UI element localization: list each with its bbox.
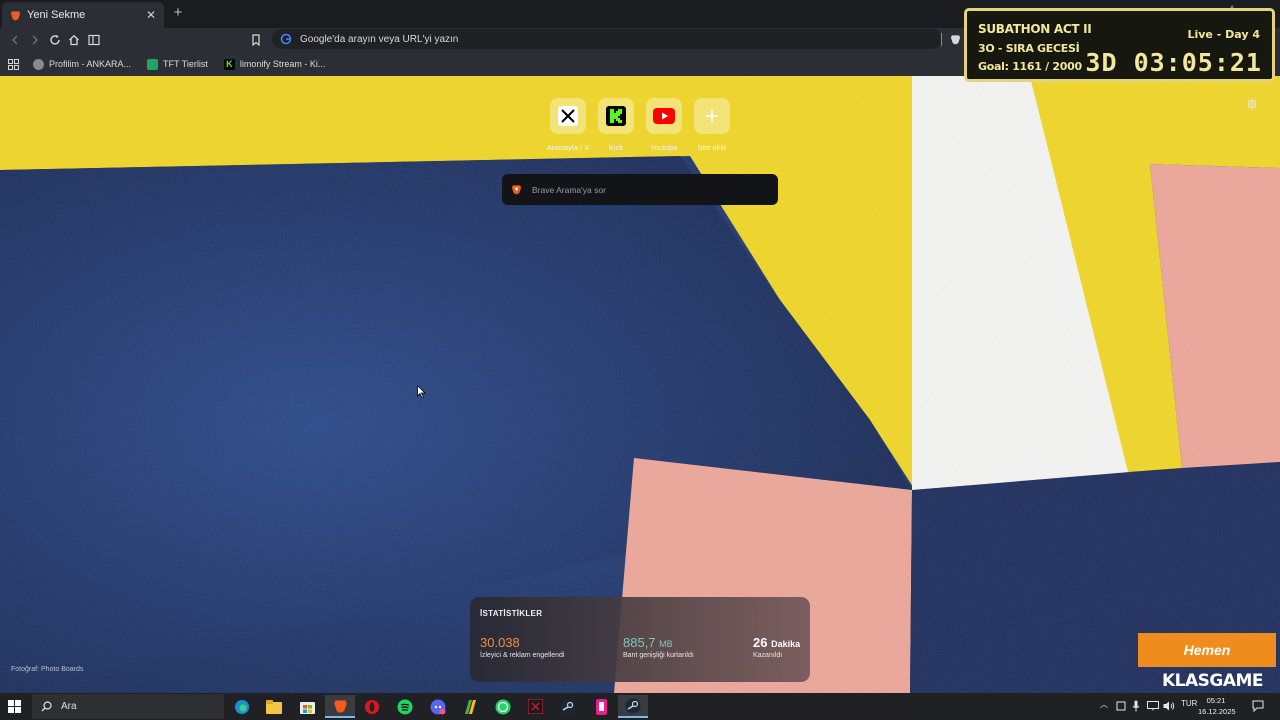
address-bar[interactable]: Google'da arayın veya URL'yi yazın	[272, 29, 942, 49]
photo-credit[interactable]: Fotoğraf: Photo Boards	[11, 666, 83, 673]
taskbar-opera-icon[interactable]	[357, 695, 387, 718]
taskbar-spotify-icon[interactable]	[390, 695, 420, 718]
stat-bandwidth-unit: MB	[659, 639, 673, 649]
brave-shield-icon[interactable]	[950, 34, 961, 45]
tray-language[interactable]: TUR	[1181, 699, 1197, 708]
stat-blocked: 30.038 İzleyici & reklam engellendi	[480, 635, 564, 659]
windows-start-icon[interactable]	[8, 700, 21, 713]
kick-logo-icon	[598, 98, 634, 134]
toolbar-divider	[941, 33, 942, 46]
stat-time-unit: Dakika	[771, 639, 801, 649]
top-site-kick[interactable]: Kick	[592, 98, 640, 152]
taskbar-discord-icon[interactable]	[423, 695, 453, 718]
top-site-label: Kick	[608, 143, 624, 152]
notification-icon[interactable]	[1252, 700, 1264, 712]
top-site-youtube[interactable]: Youtube	[640, 98, 688, 152]
stat-blocked-caption: İzleyici & reklam engellendi	[480, 652, 565, 659]
stat-blocked-value: 30.038	[480, 635, 520, 650]
stats-heading: İSTATİSTİKLER	[480, 609, 543, 618]
brave-logo-icon	[511, 185, 522, 195]
stat-bandwidth-caption: Bant genişliği kurtarıldı	[623, 652, 694, 659]
ad-brand-logo: KLASGAME	[1162, 671, 1264, 691]
top-site-add[interactable]: Site ekle	[688, 98, 736, 152]
tab-new-tab[interactable]: Yeni Sekme ✕	[2, 2, 164, 28]
address-bar-placeholder: Google'da arayın veya URL'yi yazın	[300, 33, 459, 45]
youtube-logo-icon	[646, 98, 682, 134]
sheets-icon	[147, 58, 159, 70]
kick-logo-icon: K	[223, 58, 235, 70]
brave-search-box[interactable]: Brave Arama'ya sor	[502, 174, 778, 205]
google-icon	[280, 33, 292, 45]
tab-close-icon[interactable]: ✕	[146, 8, 156, 22]
tray-microphone-icon[interactable]	[1132, 700, 1140, 712]
top-site-label: Anasayfa / X	[546, 143, 590, 152]
tab-title: Yeni Sekme	[27, 9, 86, 21]
taskbar-pink-app-icon[interactable]	[586, 695, 616, 718]
subathon-overlay: SUBATHON ACT II 3O - SIRA GECESİ Goal: 1…	[964, 8, 1275, 82]
taskbar-steam-active-icon[interactable]	[618, 695, 648, 718]
forward-icon[interactable]	[27, 32, 43, 48]
stat-bandwidth: 885,7 MB Bant genişliği kurtarıldı	[623, 635, 694, 659]
clock-date: 16.12.2025	[1198, 707, 1236, 716]
clock-time: 05:21	[1206, 696, 1226, 705]
stat-time: 26 Dakika Kazanıldı	[753, 635, 800, 659]
search-placeholder: Brave Arama'ya sor	[532, 184, 606, 195]
taskbar-store-icon[interactable]	[292, 695, 322, 718]
overlay-live-day: Live - Day 4	[1187, 28, 1260, 41]
brave-favicon-icon	[10, 10, 21, 21]
home-icon[interactable]	[66, 32, 82, 48]
windows-taskbar: Ara ︿ TUR 05:21 16.12.2025	[0, 693, 1280, 720]
stat-bandwidth-value: 885,7	[623, 635, 656, 650]
top-site-label: Youtube	[650, 143, 678, 152]
taskbar-edge-icon[interactable]	[227, 695, 257, 718]
overlay-subtitle: 3O - SIRA GECESİ	[978, 42, 1080, 55]
tray-network-icon[interactable]	[1147, 701, 1159, 711]
taskbar-whatsapp-icon[interactable]	[488, 695, 518, 718]
tray-volume-icon[interactable]	[1163, 701, 1175, 711]
taskbar-files-app-icon[interactable]	[455, 695, 485, 718]
taskbar-brave-icon[interactable]	[325, 695, 355, 718]
x-logo-icon	[550, 98, 586, 134]
tray-chevron-up-icon[interactable]: ︿	[1100, 699, 1108, 710]
taskbar-steam-icon[interactable]	[553, 695, 583, 718]
bookmark-item-profilim[interactable]: Profilim - ANKARA...	[33, 58, 132, 70]
overlay-timer: 3D 03:05:21	[1085, 48, 1262, 77]
taskbar-capcut-icon[interactable]	[520, 695, 550, 718]
bookmark-item-limonify-stream[interactable]: K limonify Stream - Ki...	[223, 58, 326, 70]
top-site-label: Site ekle	[697, 143, 727, 152]
taskbar-file-explorer-icon[interactable]	[259, 695, 289, 718]
bookmark-label: limonify Stream - Ki...	[239, 59, 326, 69]
mouse-cursor-icon	[417, 385, 426, 399]
tray-clock[interactable]: 05:21 16.12.2025	[1198, 695, 1236, 717]
bookmark-label: TFT Tierlist	[163, 59, 208, 69]
bookmark-label: Profilim - ANKARA...	[49, 59, 132, 69]
overlay-title: SUBATHON ACT II	[978, 22, 1092, 36]
taskbar-search-placeholder: Ara	[61, 701, 77, 712]
globe-icon	[33, 58, 44, 70]
taskbar-search[interactable]: Ara	[32, 694, 224, 719]
bookmark-icon[interactable]	[248, 32, 264, 48]
search-icon	[41, 701, 52, 712]
stat-time-value: 26	[753, 635, 768, 650]
back-icon[interactable]	[7, 32, 23, 48]
apps-icon[interactable]	[8, 58, 19, 70]
stat-time-caption: Kazanıldı	[753, 652, 783, 659]
sidebar-icon[interactable]	[86, 32, 102, 48]
overlay-goal: Goal: 1161 / 2000	[978, 60, 1082, 73]
stats-card: İSTATİSTİKLER 30.038 İzleyici & reklam e…	[470, 597, 810, 682]
tray-device-icon[interactable]	[1116, 701, 1126, 711]
plus-icon	[694, 98, 730, 134]
bookmark-item-tft-tierlist[interactable]: TFT Tierlist	[147, 58, 208, 70]
new-tab-button[interactable]: +	[170, 4, 186, 22]
ad-hemen-button[interactable]: Hemen	[1138, 633, 1276, 667]
top-site-x[interactable]: Anasayfa / X	[544, 98, 592, 152]
reload-icon[interactable]	[47, 32, 63, 48]
settings-gear-icon[interactable]	[1246, 98, 1258, 110]
